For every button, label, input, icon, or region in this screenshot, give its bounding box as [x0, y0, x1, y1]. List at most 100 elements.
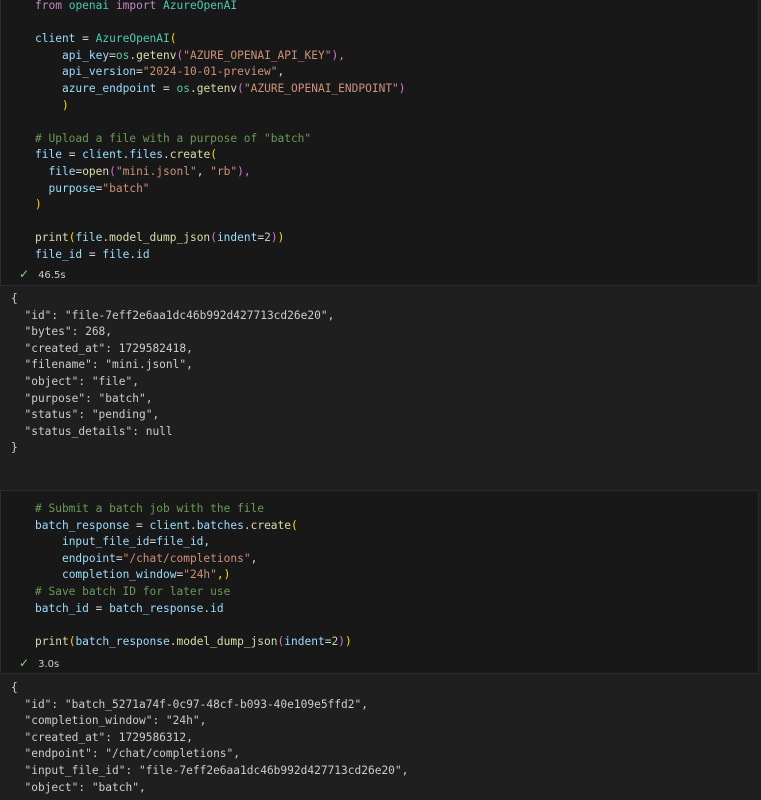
bracket: ( [210, 231, 217, 245]
function-name: print [35, 231, 69, 245]
code-cell-batch[interactable]: # Submit a batch job with the file batch… [0, 490, 759, 674]
execution-status: ✓ 46.5s [19, 266, 66, 282]
bracket: ) [61, 98, 69, 112]
code-editor[interactable]: # Submit a batch job with the file batch… [35, 501, 758, 650]
string-literal: "rb" [210, 164, 238, 178]
param-name: azure_endpoint [61, 81, 157, 95]
variable: file_id [35, 247, 83, 261]
string-literal: "2024-10-01-preview" [142, 65, 278, 79]
comment: # Save batch ID for later use [35, 584, 231, 598]
code-line: # Submit a batch job with the file [35, 501, 758, 518]
variable: batch_response [35, 518, 130, 532]
punctuation: , [277, 65, 285, 79]
variable: file [35, 148, 62, 162]
bracket: ( [109, 164, 116, 178]
operator: = [82, 32, 89, 46]
output-line: "bytes": 268, [11, 325, 113, 339]
bracket: ( [291, 518, 298, 532]
code-line: # Upload a file with a purpose of "batch… [35, 131, 758, 148]
string-literal: "mini.jsonl" [115, 164, 197, 178]
param-name: indent [284, 634, 325, 648]
execution-status: ✓ 3.0s [19, 655, 59, 671]
punctuation: , [203, 535, 211, 549]
code-line: print(batch_response.model_dump_json(ind… [35, 634, 758, 651]
code-line: api_key=os.getenv("AZURE_OPENAI_API_KEY"… [35, 48, 758, 65]
module-name: os [176, 81, 190, 95]
punctuation: . [243, 518, 251, 532]
bracket: ( [169, 32, 177, 46]
output-line: "object": "batch", [11, 780, 146, 794]
code-line: batch_id = batch_response.id [35, 601, 758, 618]
output-line: "created_at": 1729586312, [11, 730, 193, 744]
number-literal: 2 [264, 231, 271, 245]
param-name: endpoint [61, 551, 116, 565]
code-cell-upload[interactable]: from openai import AzureOpenAI client = … [0, 0, 759, 286]
output-line: "object": "file", [11, 374, 139, 388]
function-name: model_dump_json [109, 231, 211, 245]
operator: = [156, 81, 177, 95]
output-line: { [11, 681, 18, 694]
param-name: file [48, 164, 76, 178]
output-line: "endpoint": "/chat/completions", [11, 747, 241, 761]
keyword: from [35, 0, 62, 12]
bracket: ) [277, 231, 285, 245]
keyword: import [115, 0, 157, 12]
module-name: openai [68, 0, 110, 12]
string-literal: "AZURE_OPENAI_API_KEY" [183, 48, 332, 62]
punctuation: . [189, 518, 197, 532]
param-name: completion_window [61, 568, 177, 582]
code-line: ) [35, 98, 758, 115]
operator: = [115, 551, 123, 565]
code-line: file_id = file.id [35, 247, 758, 264]
output-line: "purpose": "batch", [11, 391, 153, 405]
attribute: id [210, 601, 224, 615]
code-line: file = client.files.create( [35, 147, 758, 164]
bracket: ) [338, 634, 345, 648]
operator: = [109, 48, 116, 62]
check-icon: ✓ [19, 656, 30, 670]
check-icon: ✓ [19, 267, 30, 281]
function-name: print [35, 634, 69, 648]
punctuation: . [189, 81, 197, 95]
comment: # Submit a batch job with the file [35, 502, 265, 515]
cell-output-batch: { "id": "batch_5271a74f-0c97-48cf-b093-4… [11, 680, 408, 796]
code-line: completion_window="24h",) [35, 567, 758, 584]
output-line: "id": "file-7eff2e6aa1dc46b992d427713cd2… [11, 308, 335, 322]
code-line: endpoint="/chat/completions", [35, 551, 758, 568]
function-name: open [82, 164, 110, 178]
class-name: AzureOpenAI [163, 0, 238, 12]
code-line: print(file.model_dump_json(indent=2)) [35, 230, 758, 247]
code-line: batch_response = client.batches.create( [35, 518, 758, 535]
cell-output-upload: { "id": "file-7eff2e6aa1dc46b992d427713c… [11, 291, 334, 457]
operator: = [61, 148, 83, 162]
operator: = [88, 601, 110, 615]
function-name: getenv [136, 48, 177, 62]
output-line: "input_file_id": "file-7eff2e6aa1dc46b99… [11, 763, 409, 777]
bracket: ), [331, 48, 345, 62]
code-editor[interactable]: from openai import AzureOpenAI client = … [35, 0, 758, 264]
code-line: api_version="2024-10-01-preview", [35, 64, 758, 81]
string-literal: "AZURE_OPENAI_ENDPOINT" [243, 81, 399, 95]
operator: = [82, 247, 103, 261]
string-literal: "batch" [102, 181, 150, 195]
param-name: api_version [61, 65, 137, 79]
operator: = [136, 65, 143, 79]
code-line: ) [35, 197, 758, 214]
variable: client [35, 32, 76, 46]
function-name: getenv [196, 81, 238, 95]
variable: client [82, 148, 123, 162]
operator: = [129, 518, 150, 532]
variable: file [102, 247, 130, 261]
param-name: purpose [48, 181, 96, 195]
code-line: # Save batch ID for later use [35, 584, 758, 601]
bracket: ,) [216, 568, 231, 582]
code-line: azure_endpoint = os.getenv("AZURE_OPENAI… [35, 81, 758, 98]
string-literal: "24h" [183, 568, 217, 582]
attribute: batches [196, 518, 244, 532]
bracket: ( [237, 81, 244, 95]
code-line: file=open("mini.jsonl", "rb"), [35, 164, 758, 181]
